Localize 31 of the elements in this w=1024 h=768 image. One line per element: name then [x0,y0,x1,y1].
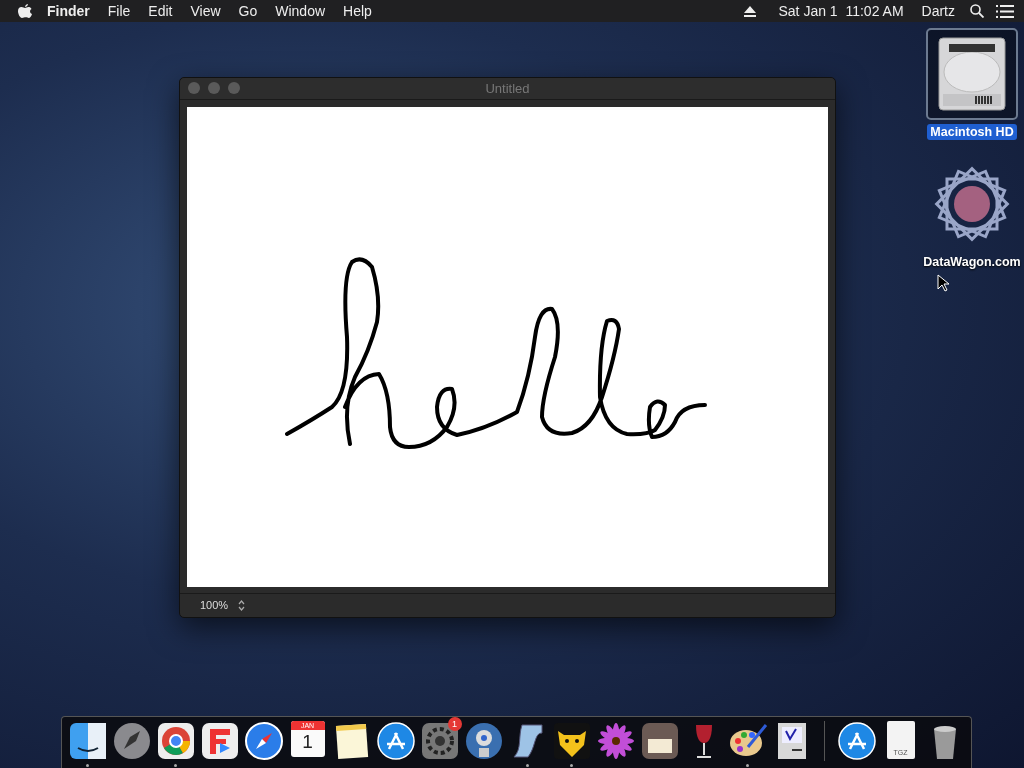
clock[interactable]: Sat Jan 1 11:02 AM [769,3,913,19]
menu-item[interactable]: Help [334,3,381,19]
app-store-icon[interactable] [836,721,877,761]
app-store-icon[interactable] [375,721,416,761]
compass-icon[interactable] [243,721,284,761]
browser-logo-icon[interactable] [155,721,196,761]
menu-item[interactable]: Go [229,3,267,19]
webcam-icon[interactable] [463,721,504,761]
flower-icon[interactable] [595,721,636,761]
desktop-icon-label[interactable]: Macintosh HD [927,124,1017,140]
menu-item[interactable]: View [181,3,230,19]
flag-app-icon[interactable] [199,721,240,761]
menu-item[interactable]: File [98,3,140,19]
list-menu-icon[interactable] [996,4,1014,18]
user-name[interactable]: Dartz [912,3,964,19]
gear-icon[interactable] [419,721,460,761]
apple-logo-icon[interactable] [18,3,32,19]
menu-app-name[interactable]: Finder [38,3,99,19]
hard-drive-icon[interactable] [937,36,1007,112]
notification-badge: 1 [447,717,462,731]
desktop-icon-label[interactable]: DataWagon.com [920,254,1024,270]
search-icon[interactable] [970,4,984,18]
stepper-icon[interactable] [238,599,246,611]
mouse-pointer-icon [937,274,949,292]
menu-item[interactable]: Window [266,3,335,19]
finder-face-icon[interactable] [67,721,108,761]
menu-item[interactable]: Edit [139,3,182,19]
eject-icon[interactable] [743,5,756,17]
zoom-level[interactable]: 100% [200,599,229,612]
box-icon[interactable] [639,721,680,761]
window-title: Untitled [484,80,531,96]
